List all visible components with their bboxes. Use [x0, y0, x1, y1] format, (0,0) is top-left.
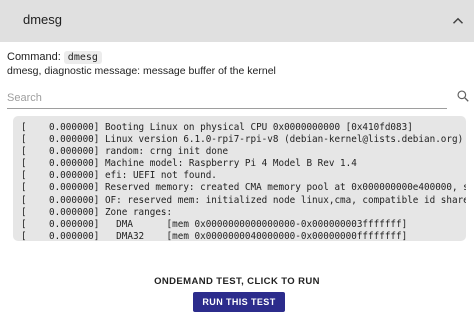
log-lines: [ 0.000000] Booting Linux on physical CP… — [13, 116, 466, 241]
dmesg-section-header[interactable]: dmesg — [0, 0, 474, 42]
search-input[interactable] — [7, 89, 437, 107]
run-test-button[interactable]: RUN THIS TEST — [193, 292, 285, 312]
section-title: dmesg — [23, 12, 63, 27]
command-value: dmesg — [63, 51, 102, 64]
search-icon[interactable] — [456, 89, 470, 103]
log-line: [ 0.000000] Zone ranges: — [21, 206, 173, 218]
log-line: [ 0.000000] DMA [mem 0x0000000000000000-… — [21, 218, 408, 230]
command-label: Command: — [7, 51, 61, 63]
log-line: [ 0.000000] OF: reserved mem: initialize… — [21, 194, 466, 206]
log-output[interactable]: [ 0.000000] Booting Linux on physical CP… — [13, 116, 466, 241]
search-field[interactable] — [7, 88, 447, 109]
log-line: [ 0.000000] Machine model: Raspberry Pi … — [21, 158, 357, 170]
log-line: [ 0.000000] Booting Linux on physical CP… — [21, 122, 413, 133]
ondemand-notice: ONDEMAND TEST, CLICK TO RUN — [154, 276, 320, 287]
log-line: [ 0.000000] efi: UEFI not found. — [21, 170, 217, 182]
log-line: [ 0.000000] random: crng init done — [21, 146, 229, 158]
command-description: dmesg, diagnostic message: message buffe… — [7, 65, 276, 77]
log-line: [ 0.000000] Reserved memory: created CMA… — [21, 182, 466, 194]
command-row: Command: dmesg — [7, 51, 102, 64]
log-line: [ 0.000000] DMA32 [mem 0x000000004000000… — [21, 230, 408, 241]
chevron-up-icon[interactable] — [449, 12, 467, 30]
log-line: [ 0.000000] Linux version 6.1.0-rpi7-rpi… — [21, 134, 466, 146]
